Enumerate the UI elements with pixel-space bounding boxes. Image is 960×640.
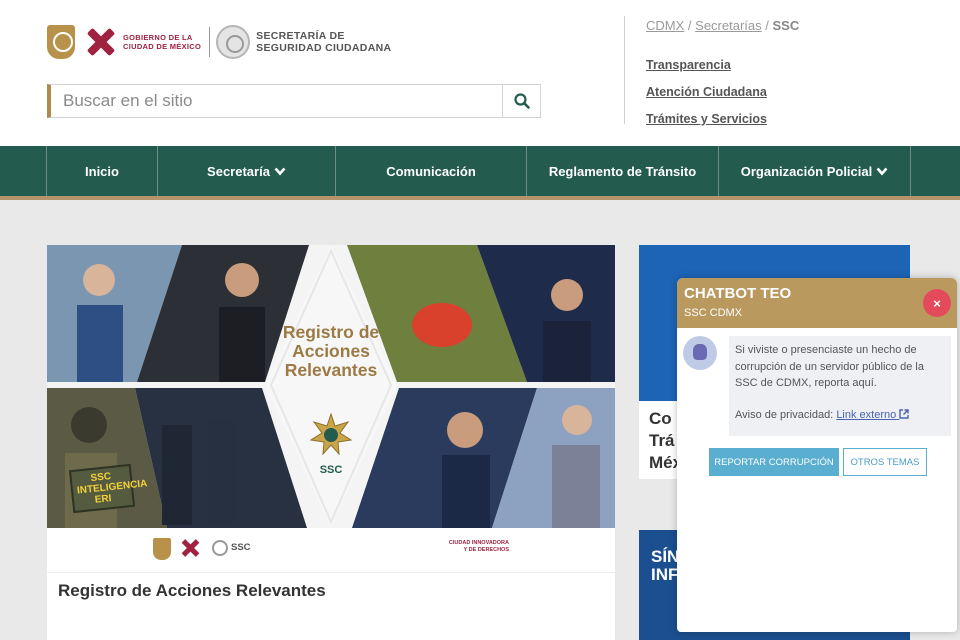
ssc-line1: SECRETARÍA DE <box>256 30 345 42</box>
breadcrumb-current: SSC <box>772 18 800 33</box>
chevron-down-icon <box>876 167 888 175</box>
coat-of-arms-icon <box>47 25 75 59</box>
ssc-seal-icon <box>216 25 251 59</box>
close-icon: × <box>933 295 941 311</box>
site-header: GOBIERNO DE LA CIUDAD DE MÉXICO SECRETAR… <box>0 0 960 146</box>
chatbot-header: CHATBOT TEO SSC CDMX × <box>677 278 957 328</box>
banner-title: Registro de Acciones Relevantes <box>282 322 380 380</box>
chevron-down-icon <box>274 167 286 175</box>
logo-divider <box>209 27 211 57</box>
nav-inicio[interactable]: Inicio <box>47 146 158 196</box>
nav-comunicacion[interactable]: Comunicación <box>336 146 527 196</box>
gobierno-line2: CIUDAD DE MÉXICO <box>123 42 202 51</box>
breadcrumb-secretarias[interactable]: Secretarías <box>695 18 761 33</box>
chatbot-close-button[interactable]: × <box>923 289 951 317</box>
coat-of-arms-icon <box>153 538 171 560</box>
privacy-notice: Aviso de privacidad: Link externo <box>735 407 945 424</box>
card-footer-logos: SSC CIUDAD INNOVADORA Y DE DERECHOS <box>47 528 615 573</box>
gobierno-cdmx-text: GOBIERNO DE LA CIUDAD DE MÉXICO <box>123 33 201 51</box>
banner-badge-label: SSC <box>319 464 343 476</box>
bot-avatar <box>683 336 717 370</box>
nav-reglamento-transito[interactable]: Reglamento de Tránsito <box>527 146 719 196</box>
footer-slogan: CIUDAD INNOVADORA Y DE DERECHOS <box>448 540 509 553</box>
card-title[interactable]: Registro de Acciones Relevantes <box>58 581 326 601</box>
nav-organizacion-label: Organización Policial <box>740 163 873 179</box>
nav-organizacion-policial[interactable]: Organización Policial <box>719 146 911 196</box>
external-link-icon <box>899 408 910 419</box>
ssc-name-text: SECRETARÍA DE SEGURIDAD CIUDADANA <box>256 30 391 54</box>
site-search <box>47 84 541 118</box>
chatbot-message: Si viviste o presenciaste un hecho de co… <box>729 336 951 436</box>
search-input[interactable] <box>47 84 503 118</box>
breadcrumb-separator: / <box>765 18 769 33</box>
other-topics-button[interactable]: OTROS TEMAS <box>843 448 927 476</box>
main-navigation: Inicio Secretaría Comunicación Reglament… <box>0 146 960 196</box>
navbar-gold-stripe <box>0 196 960 200</box>
featured-banner-image[interactable]: Registro de Acciones Relevantes SSC SSC … <box>47 245 615 528</box>
quick-links: Transparencia Atención Ciudadana Trámite… <box>646 52 767 133</box>
ssc-line2: SEGURIDAD CIUDADANA <box>256 42 392 54</box>
cdmx-logo-icon <box>85 26 117 58</box>
breadcrumb-cdmx[interactable]: CDMX <box>646 18 684 33</box>
footer-ssc-label: SSC <box>231 542 251 553</box>
search-icon <box>513 93 530 109</box>
breadcrumb: CDMX / Secretarías / SSC <box>646 18 799 33</box>
search-button[interactable] <box>503 84 541 118</box>
report-corruption-button[interactable]: REPORTAR CORRUPCIÓN <box>709 448 839 476</box>
chatbot-message-text: Si viviste o presenciaste un hecho de co… <box>735 344 924 389</box>
chatbot-subtitle: SSC CDMX <box>684 307 743 319</box>
ssc-seal-icon <box>212 540 228 556</box>
privacy-link-label: Link externo <box>836 408 897 421</box>
chatbot-panel: CHATBOT TEO SSC CDMX × Si viviste o pres… <box>677 278 957 632</box>
nav-comunicacion-label: Comunicación <box>386 163 476 179</box>
link-transparencia[interactable]: Transparencia <box>646 52 767 79</box>
featured-card[interactable]: Registro de Acciones Relevantes SSC SSC … <box>47 245 615 640</box>
nav-reglamento-label: Reglamento de Tránsito <box>548 163 697 179</box>
chatbot-title: CHATBOT TEO <box>684 285 792 302</box>
gobierno-line1: GOBIERNO DE LA <box>123 33 193 42</box>
link-tramites-servicios[interactable]: Trámites y Servicios <box>646 106 767 133</box>
privacy-label: Aviso de privacidad: <box>735 408 834 421</box>
inteligencia-eri-sticker: SSC INTELIGENCIA ERI <box>68 463 148 514</box>
cdmx-logo-icon <box>181 538 201 558</box>
breadcrumb-separator: / <box>687 18 692 33</box>
header-divider <box>624 16 625 124</box>
nav-inicio-label: Inicio <box>85 163 119 179</box>
nav-secretaria-label: Secretaría <box>207 163 270 179</box>
government-logos[interactable]: GOBIERNO DE LA CIUDAD DE MÉXICO SECRETAR… <box>47 21 391 63</box>
nav-spacer <box>0 146 47 196</box>
link-atencion-ciudadana[interactable]: Atención Ciudadana <box>646 79 767 106</box>
ssc-badge-icon <box>310 413 352 455</box>
nav-secretaria[interactable]: Secretaría <box>158 146 336 196</box>
privacy-link[interactable]: Link externo <box>836 408 910 421</box>
